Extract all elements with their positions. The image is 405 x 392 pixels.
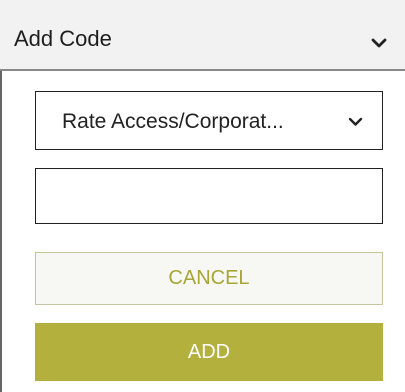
add-button[interactable]: ADD	[35, 323, 383, 381]
code-input[interactable]	[35, 168, 383, 224]
chevron-down-icon	[348, 117, 363, 126]
chevron-down-icon[interactable]	[370, 37, 388, 49]
code-type-select[interactable]: Rate Access/Corporat...	[35, 91, 383, 150]
cancel-button[interactable]: CANCEL	[35, 252, 383, 305]
code-type-selected-value: Rate Access/Corporat...	[62, 110, 284, 133]
add-code-header[interactable]: Add Code	[0, 0, 405, 71]
add-code-panel: Add Code Rate Access/Corporat... CANCEL …	[0, 0, 405, 392]
panel-title: Add Code	[14, 26, 112, 51]
